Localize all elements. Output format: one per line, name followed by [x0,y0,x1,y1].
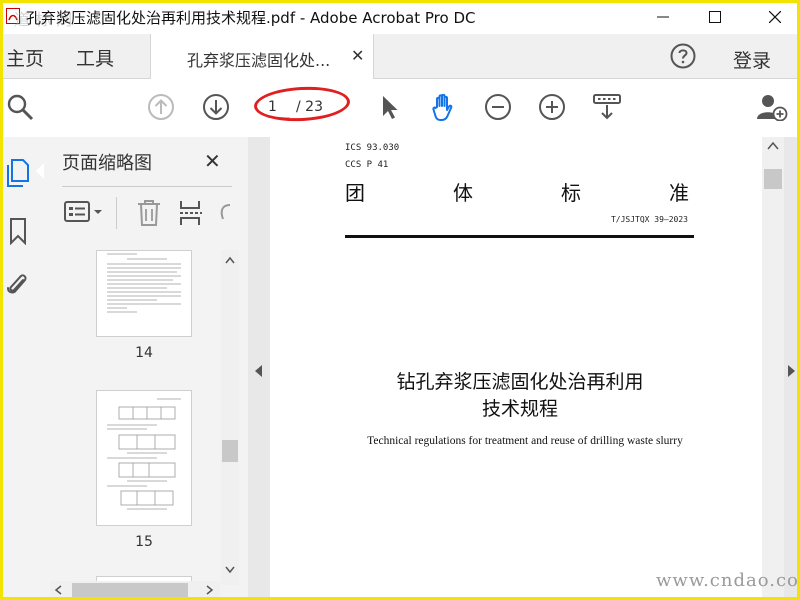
ccs-code: CCS P 41 [345,160,389,170]
standard-type-char: 准 [669,181,689,205]
rotate-page-icon[interactable] [218,199,232,227]
standard-code: T/JSJTQX 39—2023 [610,215,688,224]
toolbar-divider [116,197,117,229]
ics-code: ICS 93.030 [345,143,400,153]
standard-type-char: 标 [561,181,581,205]
right-panel-handle[interactable] [784,137,800,600]
page-thumbnail-15[interactable] [96,390,192,526]
close-tab-icon[interactable]: ✕ [351,46,364,65]
document-vertical-scrollbar[interactable] [762,137,784,600]
thumbnail-15-diagrams [107,398,181,510]
thumbnail-page-number: 15 [135,534,153,550]
document-title-line1: 钻孔弃浆压滤固化处治再利用 [396,371,644,393]
close-icon [769,11,781,23]
window-title: 孔弃浆压滤固化处治再利用技术规程.pdf - Adobe Acrobat Pro… [26,9,476,27]
panel-title: 页面缩略图 [62,153,152,174]
minimize-icon [657,16,669,18]
standard-type-char: 团 [345,181,365,205]
document-tab-label: 孔弃浆压滤固化处... [187,51,331,70]
page-thumbnails-icon[interactable] [6,159,30,187]
thumbnail-14-text-lines [107,253,181,313]
standard-type-heading: 团 体 标 准 [345,177,689,206]
expand-right-icon [788,365,795,377]
search-icon[interactable] [6,93,34,121]
scroll-left-icon[interactable] [54,585,62,595]
tab-bar: 主页 工具 孔弃浆压滤固化处... ✕ 登录 [0,34,800,79]
header-rule [345,235,694,238]
scroll-up-icon[interactable] [225,256,235,264]
title-bar: 道 标 网 孔弃浆压滤固化处治再利用技术规程.pdf - Adobe Acrob… [0,0,800,34]
horizontal-scrollbar-thumb[interactable] [72,583,188,597]
hand-tool-icon[interactable] [428,92,458,122]
panel-collapse-handle[interactable] [248,137,270,600]
insert-page-icon[interactable] [178,199,204,227]
scroll-right-icon[interactable] [206,585,214,595]
minimize-button[interactable] [640,0,686,34]
toolbar: / 23 [0,79,800,138]
panel-divider [62,186,232,187]
thumbnail-scrollbar-thumb[interactable] [222,440,238,462]
zoom-out-icon[interactable] [484,93,512,121]
tab-home[interactable]: 主页 [6,44,44,71]
login-button[interactable]: 登录 [733,46,771,73]
close-window-button[interactable] [752,0,798,34]
active-panel-pointer [36,163,44,179]
document-english-title: Technical regulations for treatment and … [367,435,683,447]
document-page[interactable]: ICS 93.030 CCS P 41 团 体 标 准 T/JSJTQX 39—… [270,137,758,600]
collapse-left-icon [255,365,262,377]
zoom-in-icon[interactable] [538,93,566,121]
previous-page-icon[interactable] [147,93,175,121]
thumbnail-page-number: 14 [135,345,153,361]
maximize-button[interactable] [692,0,738,34]
close-panel-icon[interactable]: ✕ [204,149,221,173]
thumbnail-options-icon[interactable] [64,199,110,225]
document-title-line2: 技术规程 [481,398,558,420]
maximize-icon [709,11,721,23]
next-page-icon[interactable] [202,93,230,121]
bookmark-icon[interactable] [6,217,30,245]
thumbnail-horizontal-scrollbar[interactable] [50,581,220,599]
tab-document[interactable]: 孔弃浆压滤固化处... ✕ [150,34,374,79]
select-arrow-icon[interactable] [376,93,404,121]
document-scrollbar-thumb[interactable] [764,169,782,189]
thumbnail-vertical-scrollbar[interactable] [221,250,239,585]
standard-type-char: 体 [453,181,473,205]
page-thumbnails-panel: 页面缩略图 ✕ 14 15 [44,137,249,600]
tab-tools[interactable]: 工具 [76,44,114,71]
attachment-icon[interactable] [6,271,30,299]
help-icon[interactable] [670,43,696,69]
thumbnail-list[interactable]: 14 15 [62,250,217,585]
watermark-bottom-right: www.cndao.com [656,570,800,591]
document-title: 钻孔弃浆压滤固化处治再利用 技术规程 [350,369,690,423]
left-navigation-rail [0,137,45,600]
add-user-icon[interactable] [756,93,788,121]
scroll-mode-icon[interactable] [592,93,622,121]
delete-page-icon[interactable] [136,199,162,227]
scroll-up-icon[interactable] [767,142,779,150]
scroll-down-icon[interactable] [225,566,235,574]
page-thumbnail-14[interactable] [96,250,192,337]
